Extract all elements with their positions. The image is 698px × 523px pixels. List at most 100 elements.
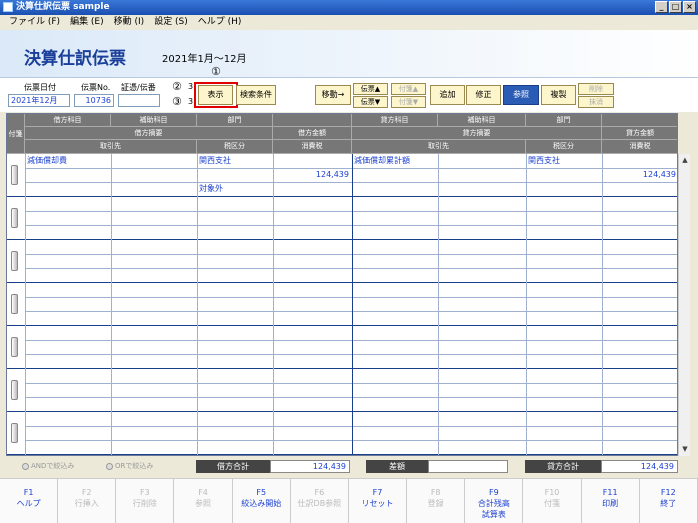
column-divider [273,369,274,412]
search-condition-button[interactable]: 検索条件 [236,85,276,105]
debit-blank-header [273,114,352,127]
minimize-button[interactable]: _ [655,1,668,13]
tag-column-header: 付箋 [7,114,25,154]
credit-dept-header: 部門 [526,114,602,127]
fkey-f10[interactable]: F10 付箋 [523,479,582,523]
column-divider [438,369,439,412]
column-divider [526,283,527,326]
row1-debit-account[interactable]: 減価償却費 [27,155,67,167]
erase-button[interactable]: 抹消 [578,96,614,108]
debit-total-value: 124,439 [270,460,350,473]
journal-entry-block[interactable] [7,369,677,412]
reference-button[interactable]: 参照 [503,85,539,105]
fkey-f11[interactable]: F11 印刷 [581,479,640,523]
window-title: 決算仕訳伝票 sample [16,2,110,12]
add-button[interactable]: 追加 [430,85,465,105]
fkey-f4[interactable]: F4 参照 [174,479,233,523]
credit-desc-header: 貸方摘要 [352,127,602,140]
fkey-label: ヘルプ [16,499,41,508]
fkey-key: F3 [140,488,150,497]
delete-button[interactable]: 削除 [578,83,614,95]
menu-edit[interactable]: 編集 (E) [65,15,109,30]
voucher-no-field[interactable]: 10736 [74,94,114,107]
grid-scrollbar[interactable]: ▲ ▼ [678,154,690,456]
fkey-key: F5 [256,488,267,497]
menu-help[interactable]: ヘルプ (H) [193,15,247,30]
row1-credit-amount[interactable]: 124,439 [602,169,676,181]
fkey-f5[interactable]: F5 絞込み開始 [232,479,291,523]
fkey-key: F12 [660,488,676,497]
tag-handle-icon[interactable] [11,165,18,185]
journal-entry-block[interactable] [7,326,677,369]
close-button[interactable]: × [683,1,696,13]
column-divider [526,240,527,283]
tag-up-button[interactable]: 付箋▲ [391,83,426,95]
fkey-f12[interactable]: F12 終了 [639,479,698,523]
column-divider [25,412,26,455]
highlight-box [194,82,238,108]
scroll-down-icon[interactable]: ▼ [680,444,690,454]
fkey-f8[interactable]: F8 登録 [407,479,466,523]
and-filter-radio[interactable]: ANDで絞込み [22,461,74,471]
fkey-key: F4 [198,488,208,497]
copy-button[interactable]: 複製 [541,85,576,105]
date-field[interactable]: 2021年12月 [8,94,70,107]
tag-handle-icon[interactable] [11,337,18,357]
menu-settings[interactable]: 設定 (S) [149,15,193,30]
menu-file[interactable]: ファイル (F) [4,15,65,30]
fkey-key: F11 [602,488,618,497]
fkey-label: 仕訳DB参照 [297,499,342,508]
tag-handle-icon[interactable] [11,251,18,271]
tag-down-button[interactable]: 付箋▼ [391,96,426,108]
voucher-up-button[interactable]: 伝票▲ [353,83,388,95]
tag-handle-icon[interactable] [11,208,18,228]
maximize-button[interactable]: □ [669,1,682,13]
column-divider [111,283,112,326]
fkey-f6[interactable]: F6 仕訳DB参照 [290,479,349,523]
column-divider [438,326,439,369]
menu-move[interactable]: 移動 (I) [109,15,150,30]
fkey-f9[interactable]: F9 合計残高 試算表 [465,479,524,523]
column-divider [352,240,353,283]
credit-amount-header: 貸方金額 [602,127,677,140]
marker-3: ③ [172,95,182,108]
fkey-f1[interactable]: F1 ヘルプ [0,479,59,523]
cert-label: 証憑/伝番 [121,83,156,92]
credit-partner-header: 取引先 [352,140,526,154]
edit-button[interactable]: 修正 [466,85,501,105]
voucher-down-button[interactable]: 伝票▼ [353,96,388,108]
tag-handle-icon[interactable] [11,294,18,314]
row1-credit-dept[interactable]: 関西支社 [528,155,560,167]
page-header: 決算仕訳伝票 2021年1月～12月 [0,30,698,78]
journal-entry-block[interactable] [7,240,677,283]
journal-entry-block[interactable] [7,412,677,455]
toolbar: 伝票日付 2021年12月 伝票No. 10736 証憑/伝番 ① ② ③ 3 … [0,65,698,112]
column-divider [197,240,198,283]
row1-debit-amount[interactable]: 124,439 [273,169,349,181]
fkey-f3[interactable]: F3 行削除 [116,479,175,523]
column-divider [438,197,439,240]
debit-dept-header: 部門 [197,114,273,127]
row1-debit-tax[interactable]: 対象外 [199,183,223,195]
row1-credit-account[interactable]: 減価償却累計額 [354,155,410,167]
radio-dot-icon [106,462,113,470]
fkey-f7[interactable]: F7 リセット [348,479,408,523]
fkey-f2[interactable]: F2 行挿入 [58,479,117,523]
page-title: 決算仕訳伝票 [24,49,126,69]
fkey-label: 合計残高 試算表 [477,499,510,519]
journal-entry-block[interactable] [7,197,677,240]
menu-bar: ファイル (F) 編集 (E) 移動 (I) 設定 (S) ヘルプ (H) [0,15,698,30]
column-divider [602,240,603,283]
or-filter-radio[interactable]: ORで絞込み [106,461,153,471]
journal-entry-block[interactable] [7,283,677,326]
fkey-label: 行削除 [132,499,157,508]
move-button[interactable]: 移動→ [315,85,351,105]
column-divider [25,283,26,326]
tag-handle-icon[interactable] [11,423,18,443]
scroll-up-icon[interactable]: ▲ [680,155,690,165]
column-divider [111,197,112,240]
row1-debit-dept[interactable]: 関西支社 [199,155,231,167]
tag-handle-icon[interactable] [11,380,18,400]
cert-field[interactable] [118,94,160,107]
marker-sub-2: 3 [188,97,194,106]
